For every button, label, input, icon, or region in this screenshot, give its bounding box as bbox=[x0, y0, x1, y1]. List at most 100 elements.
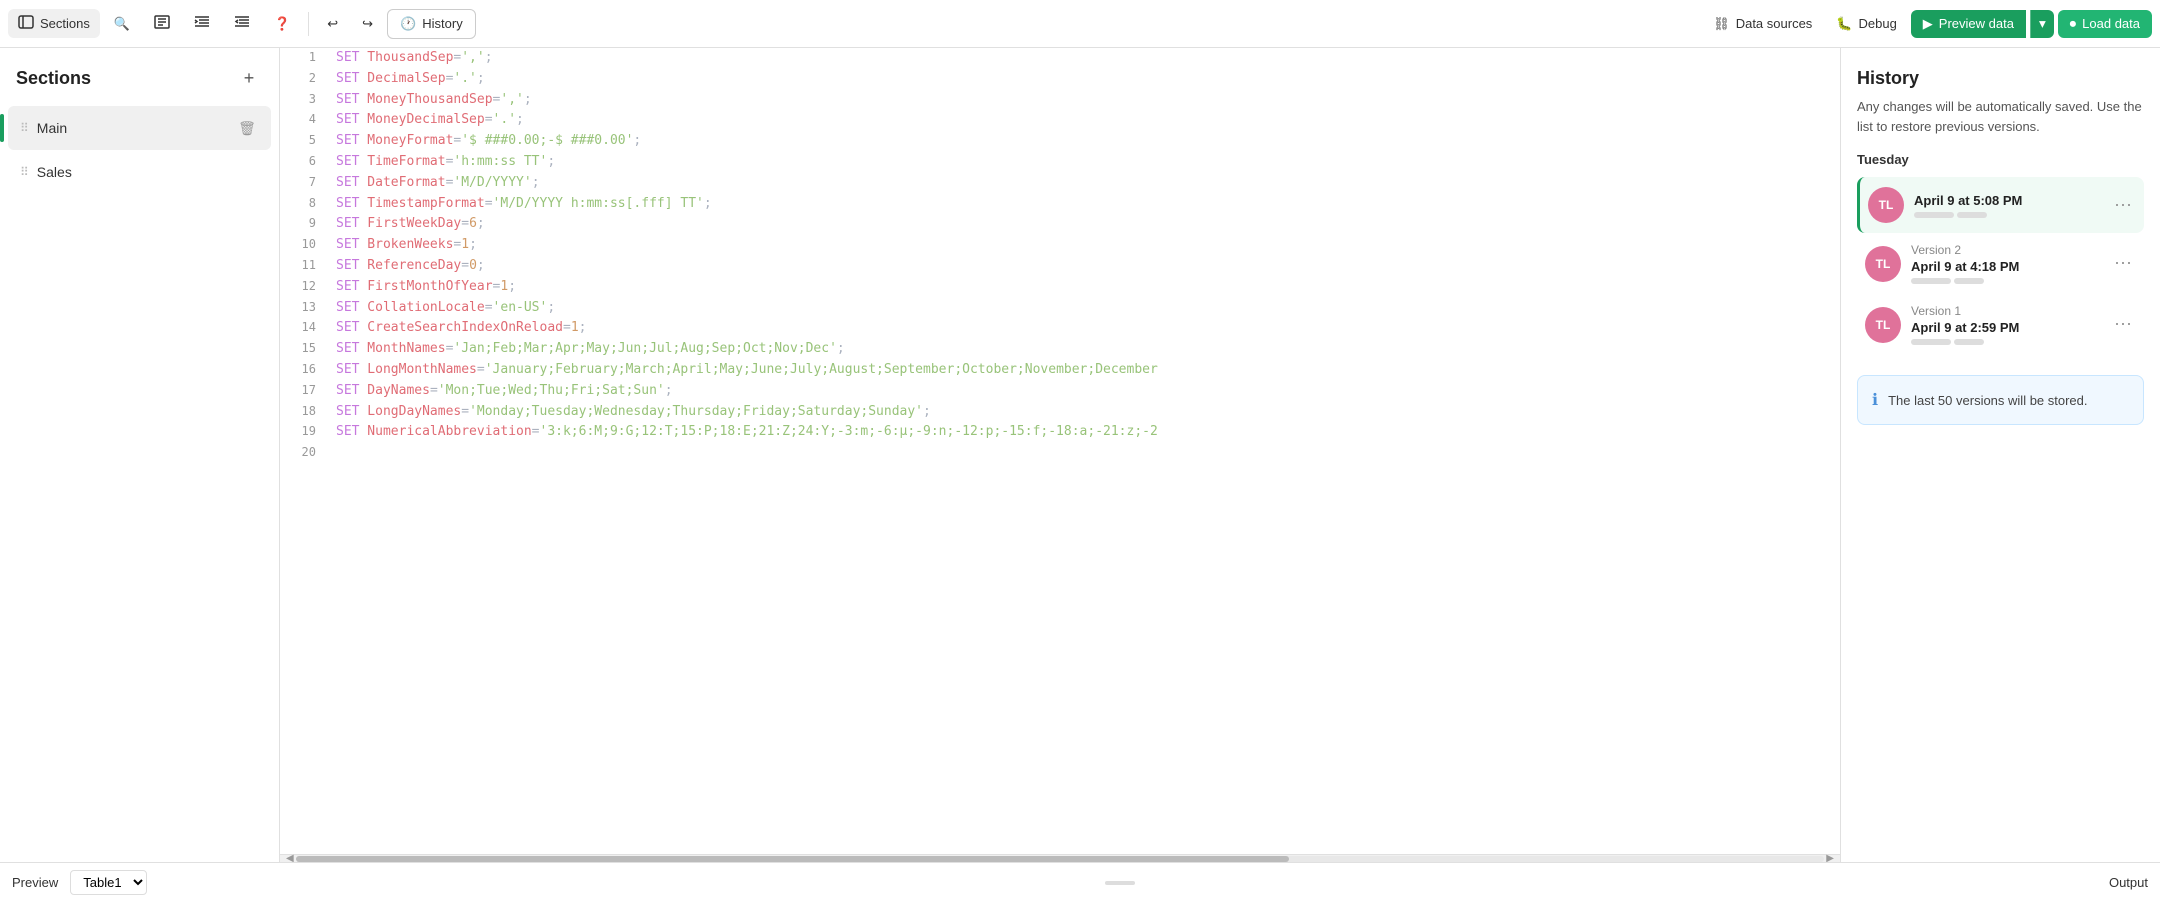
line-code: SET MoneyDecimalSep='.'; bbox=[328, 110, 1840, 131]
toolbar: Sections 🔍 bbox=[0, 0, 2160, 48]
prop-token: MoneyDecimalSep bbox=[359, 112, 484, 127]
punct-token: ; bbox=[469, 237, 477, 252]
avatar-current: TL bbox=[1868, 187, 1904, 223]
prop-token: ThousandSep bbox=[359, 50, 453, 65]
bottom-bar: Preview Table1 Output bbox=[0, 862, 2160, 902]
avatar-v1: TL bbox=[1865, 307, 1901, 343]
sidebar-add-button[interactable]: + bbox=[235, 64, 263, 92]
kw-token: SET bbox=[336, 92, 359, 107]
prop-token: MoneyThousandSep bbox=[359, 92, 492, 107]
editor-area: 1SET ThousandSep=',';2SET DecimalSep='.'… bbox=[280, 48, 1840, 862]
search-button[interactable]: 🔍 bbox=[104, 10, 140, 38]
scroll-bar[interactable]: ◀ ▶ bbox=[280, 854, 1840, 862]
history-time-v2: April 9 at 4:18 PM bbox=[1911, 259, 2100, 274]
line-number: 15 bbox=[280, 339, 328, 360]
prop-token: TimestampFormat bbox=[359, 196, 484, 211]
code-table: 1SET ThousandSep=',';2SET DecimalSep='.'… bbox=[280, 48, 1840, 464]
history-bar-v1 bbox=[1911, 339, 2100, 345]
table-row: 2SET DecimalSep='.'; bbox=[280, 69, 1840, 90]
table-row: 6SET TimeFormat='h:mm:ss TT'; bbox=[280, 152, 1840, 173]
debug-icon: 🐛 bbox=[1836, 16, 1852, 32]
punct-token: ; bbox=[532, 175, 540, 190]
undo-button[interactable]: ↩ bbox=[317, 10, 348, 38]
table-row: 7SET DateFormat='M/D/YYYY'; bbox=[280, 173, 1840, 194]
punct-token: = bbox=[461, 258, 469, 273]
punct-token: ; bbox=[477, 258, 485, 273]
version-label-v2: Version 2 bbox=[1911, 243, 2100, 257]
history-info-v1: Version 1 April 9 at 2:59 PM bbox=[1911, 304, 2100, 345]
sidebar-item-delete-main[interactable]: 🗑 bbox=[235, 116, 259, 140]
preview-data-button[interactable]: ▶ Preview data bbox=[1911, 10, 2026, 38]
help-button[interactable]: ❓ bbox=[264, 10, 300, 38]
sidebar-item-sales[interactable]: ⠿ Sales bbox=[8, 154, 271, 190]
sidebar-item-label-main: Main bbox=[37, 120, 227, 136]
kw-token: SET bbox=[336, 133, 359, 148]
scroll-left-arrow[interactable]: ◀ bbox=[284, 853, 296, 862]
kw-token: SET bbox=[336, 383, 359, 398]
prop-token: BrokenWeeks bbox=[359, 237, 453, 252]
punct-token: = bbox=[563, 320, 571, 335]
history-button[interactable]: 🕐 History bbox=[387, 9, 476, 39]
val-token: 'h:mm:ss TT' bbox=[453, 154, 547, 169]
punct-token: ; bbox=[477, 216, 485, 231]
history-more-button-v2[interactable]: ⋯ bbox=[2110, 249, 2136, 278]
line-number: 16 bbox=[280, 360, 328, 381]
line-code: SET TimestampFormat='M/D/YYYY h:mm:ss[.f… bbox=[328, 194, 1840, 215]
scroll-right-arrow[interactable]: ▶ bbox=[1824, 853, 1836, 862]
line-code: SET BrokenWeeks=1; bbox=[328, 235, 1840, 256]
sections-toggle-button[interactable]: Sections bbox=[8, 9, 100, 38]
line-number: 7 bbox=[280, 173, 328, 194]
punct-token: ; bbox=[579, 320, 587, 335]
debug-button[interactable]: 🐛 Debug bbox=[1826, 10, 1907, 38]
avatar-v2: TL bbox=[1865, 246, 1901, 282]
drag-handle-sales[interactable]: ⠿ bbox=[20, 165, 29, 179]
resize-handle[interactable] bbox=[1105, 881, 1135, 885]
indent-button[interactable] bbox=[184, 9, 220, 38]
bar-item bbox=[1957, 212, 1987, 218]
format-button[interactable] bbox=[144, 9, 180, 38]
punct-token: = bbox=[477, 362, 485, 377]
val-token: 'Mon;Tue;Wed;Thu;Fri;Sat;Sun' bbox=[438, 383, 665, 398]
history-time-current: April 9 at 5:08 PM bbox=[1914, 193, 2100, 208]
history-entry-v1[interactable]: TL Version 1 April 9 at 2:59 PM ⋯ bbox=[1857, 294, 2144, 355]
punct-token: = bbox=[485, 196, 493, 211]
punct-token: ; bbox=[547, 300, 555, 315]
table-row: 4SET MoneyDecimalSep='.'; bbox=[280, 110, 1840, 131]
load-data-button[interactable]: ⏺ Load data bbox=[2058, 10, 2152, 38]
history-bar-v2 bbox=[1911, 278, 2100, 284]
data-sources-button[interactable]: ⛓ Data sources bbox=[1703, 10, 1822, 38]
redo-button[interactable]: ↪ bbox=[352, 10, 383, 38]
history-info-v2: Version 2 April 9 at 4:18 PM bbox=[1911, 243, 2100, 284]
prop-token: LongDayNames bbox=[359, 404, 461, 419]
preview-data-dropdown-button[interactable]: ▾ bbox=[2030, 10, 2054, 38]
scroll-track[interactable] bbox=[296, 856, 1825, 862]
data-sources-label: Data sources bbox=[1736, 16, 1813, 31]
preview-label: Preview bbox=[12, 875, 58, 890]
kw-token: SET bbox=[336, 279, 359, 294]
outdent-button[interactable] bbox=[224, 9, 260, 38]
drag-handle-main[interactable]: ⠿ bbox=[20, 121, 29, 135]
line-number: 6 bbox=[280, 152, 328, 173]
info-icon: ℹ bbox=[1872, 390, 1878, 410]
sidebar-item-main[interactable]: ⠿ Main 🗑 bbox=[8, 106, 271, 150]
line-code: SET DecimalSep='.'; bbox=[328, 69, 1840, 90]
line-number: 18 bbox=[280, 402, 328, 423]
output-label: Output bbox=[2109, 875, 2148, 890]
line-number: 9 bbox=[280, 214, 328, 235]
line-code: SET DayNames='Mon;Tue;Wed;Thu;Fri;Sat;Su… bbox=[328, 381, 1840, 402]
history-more-button-current[interactable]: ⋯ bbox=[2110, 191, 2136, 220]
history-entry-v2[interactable]: TL Version 2 April 9 at 4:18 PM ⋯ bbox=[1857, 233, 2144, 294]
undo-icon: ↩ bbox=[327, 16, 338, 32]
indent-icon bbox=[194, 15, 210, 32]
num-token: 1 bbox=[571, 320, 579, 335]
history-entry-current[interactable]: TL April 9 at 5:08 PM ⋯ bbox=[1857, 177, 2144, 233]
sidebar-item-label-sales: Sales bbox=[37, 164, 259, 180]
prop-token: MoneyFormat bbox=[359, 133, 453, 148]
code-editor[interactable]: 1SET ThousandSep=',';2SET DecimalSep='.'… bbox=[280, 48, 1840, 854]
punct-token: ; bbox=[547, 154, 555, 169]
punct-token: = bbox=[430, 383, 438, 398]
history-info-current: April 9 at 5:08 PM bbox=[1914, 193, 2100, 218]
history-more-button-v1[interactable]: ⋯ bbox=[2110, 310, 2136, 339]
table-select[interactable]: Table1 bbox=[70, 870, 147, 895]
val-token: 'January;February;March;April;May;June;J… bbox=[485, 362, 1158, 377]
